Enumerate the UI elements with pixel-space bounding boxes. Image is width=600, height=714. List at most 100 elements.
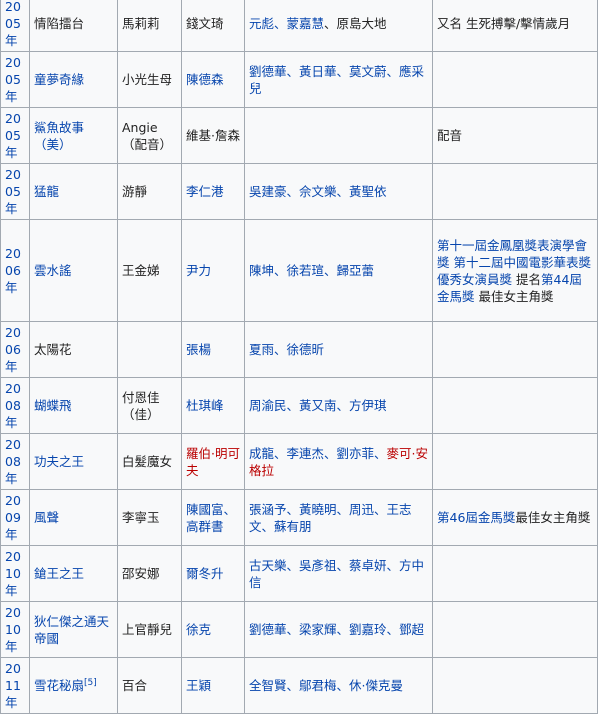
role-cell: Angie（配音） [117, 107, 182, 164]
costar-names[interactable]: 吳建豪、佘文樂、黃聖依 [249, 184, 387, 199]
year-cell: 2011 年 [0, 657, 30, 714]
director-name[interactable]: 杜琪峰 [186, 398, 224, 413]
role-name: 王金娣 [122, 263, 160, 278]
director-cell: 李仁港 [181, 163, 245, 220]
costars-cell: 古天樂、吳彥祖、蔡卓妍、方中信 [244, 545, 433, 602]
year-link[interactable]: 2008 年 [5, 381, 21, 430]
costar-names[interactable]: 劉德華、梁家輝、劉嘉玲、鄧超 [249, 622, 424, 637]
film-title[interactable]: 狄仁傑之通天帝國 [34, 614, 109, 646]
table-row: 2006 年太陽花 張楊 夏雨、徐德昕 [0, 321, 598, 378]
director-name[interactable]: 陳德森 [186, 72, 224, 87]
film-title: 情陷擂台 [34, 16, 85, 31]
film-title: 太陽花 [34, 342, 72, 357]
film-title[interactable]: 雪花秘扇 [34, 678, 84, 693]
director-name[interactable]: 尹力 [186, 263, 211, 278]
costar-names[interactable]: 古天樂、吳彥祖、蔡卓妍、方中信 [249, 558, 424, 590]
year-cell: 2008 年 [0, 377, 30, 434]
year-cell: 2009 年 [0, 489, 30, 546]
director-name[interactable]: 羅伯·明可夫 [186, 446, 240, 478]
title-cell: 猛龍 [29, 163, 118, 220]
year-cell: 2006 年 [0, 321, 30, 378]
table-row: 2010 年鎗王之王 邵安娜 爾冬升 古天樂、吳彥祖、蔡卓妍、方中信 [0, 545, 598, 602]
year-link[interactable]: 2009 年 [5, 493, 21, 542]
note-cell [432, 657, 598, 714]
director-name[interactable]: 徐克 [186, 622, 211, 637]
year-link[interactable]: 2005 年 [5, 0, 21, 48]
role-cell: 白髮魔女 [117, 433, 182, 490]
role-name: 上官靜兒 [122, 622, 173, 637]
year-link[interactable]: 2010 年 [5, 549, 21, 598]
note-cell [432, 601, 598, 658]
director-name[interactable]: 陳國富、高群書 [186, 502, 236, 534]
note-cell: 配音 [432, 107, 598, 164]
year-link[interactable]: 2005 年 [5, 111, 21, 160]
director-cell: 錢文琦 [181, 0, 245, 52]
film-title[interactable]: 猛龍 [34, 184, 59, 199]
costar-names[interactable]: 、 [274, 16, 287, 31]
title-cell: 太陽花 [29, 321, 118, 378]
director-cell: 尹力 [181, 219, 245, 322]
director-name[interactable]: 爾冬升 [186, 566, 224, 581]
role-cell: 邵安娜 [117, 545, 182, 602]
director-name: 維基·詹森 [186, 128, 240, 143]
costar-names[interactable]: 周渝民、黃又南、方伊琪 [249, 398, 387, 413]
year-link[interactable]: 2006 年 [5, 246, 21, 295]
director-name[interactable]: 張楊 [186, 342, 211, 357]
film-title[interactable]: 蝴蝶飛 [34, 398, 72, 413]
year-link[interactable]: 2008 年 [5, 437, 21, 486]
award-note: 最佳女主角獎 [474, 288, 554, 304]
costar-names[interactable]: 陳坤、徐若瑄、歸亞蕾 [249, 263, 374, 278]
year-cell: 2010 年 [0, 601, 30, 658]
director-cell: 羅伯·明可夫 [181, 433, 245, 490]
costar-names[interactable]: 張涵予、黃曉明、周迅、王志文、蘇有朋 [249, 502, 412, 534]
note-cell: 第46屆金馬獎最佳女主角獎 [432, 489, 598, 546]
role-cell: 游靜 [117, 163, 182, 220]
director-cell: 杜琪峰 [181, 377, 245, 434]
title-cell: 功夫之王 [29, 433, 118, 490]
film-title[interactable]: 功夫之王 [34, 454, 84, 469]
table-row: 2005 年鯊魚故事（美） Angie（配音） 維基·詹森 配音 [0, 107, 598, 164]
role-name: 付恩佳（佳） [122, 389, 160, 422]
award-note[interactable]: 第46屆金馬獎 [437, 510, 515, 525]
costar-names[interactable]: 蒙嘉慧 [287, 16, 325, 31]
film-title[interactable]: 雲水謠 [34, 263, 72, 278]
film-title[interactable]: 風聲 [34, 510, 59, 525]
award-note: 提名 [515, 271, 541, 287]
year-link[interactable]: 2005 年 [5, 167, 21, 216]
costar-names[interactable]: 元彪 [249, 16, 274, 31]
costars-cell: 劉德華、黃日華、莫文蔚、應采兒 [244, 51, 433, 108]
year-link[interactable]: 2006 年 [5, 325, 21, 374]
title-cell: 風聲 [29, 489, 118, 546]
year-cell: 2005 年 [0, 0, 30, 52]
director-name[interactable]: 王穎 [186, 678, 211, 693]
year-cell: 2010 年 [0, 545, 30, 602]
costar-names[interactable]: 成龍、李連杰、劉亦菲、 [249, 446, 387, 461]
role-cell: 馬莉莉 [117, 0, 182, 52]
role-name: 百合 [122, 678, 148, 693]
film-title[interactable]: 童夢奇緣 [34, 72, 84, 87]
year-cell: 2006 年 [0, 219, 30, 322]
role-name: 馬莉莉 [122, 16, 160, 31]
note-text: 配音 [437, 128, 463, 143]
film-title[interactable]: 鎗王之王 [34, 566, 84, 581]
costar-names[interactable]: 劉德華、黃日華、莫文蔚、應采兒 [249, 64, 424, 96]
table-row: 2010 年狄仁傑之通天帝國 上官靜兒 徐克 劉德華、梁家輝、劉嘉玲、鄧超 [0, 601, 598, 658]
costars-cell: 劉德華、梁家輝、劉嘉玲、鄧超 [244, 601, 433, 658]
year-link[interactable]: 2011 年 [5, 661, 21, 710]
year-link[interactable]: 2010 年 [5, 605, 21, 654]
director-name[interactable]: 李仁港 [186, 184, 224, 199]
note-cell: 又名 生死搏擊/擊情歲月 [432, 0, 598, 52]
director-cell: 爾冬升 [181, 545, 245, 602]
film-title[interactable]: 鯊魚故事（美） [34, 120, 84, 152]
reference-link[interactable]: [5] [84, 678, 97, 688]
year-link[interactable]: 2005 年 [5, 55, 21, 104]
filmography-table: 2005 年情陷擂台 馬莉莉 錢文琦 元彪、蒙嘉慧、原島大地 又名 生死搏擊/擊情歲月 2… [0, 0, 598, 714]
role-cell: 上官靜兒 [117, 601, 182, 658]
director-cell: 張楊 [181, 321, 245, 378]
director-cell: 陳德森 [181, 51, 245, 108]
costar-names[interactable]: 全智賢、鄔君梅、休·傑克曼 [249, 678, 403, 693]
costars-cell: 元彪、蒙嘉慧、原島大地 [244, 0, 433, 52]
table-row: 2011 年雪花秘扇[5] 百合 王穎 全智賢、鄔君梅、休·傑克曼 [0, 657, 598, 714]
table-row: 2005 年童夢奇緣 小光生母 陳德森 劉德華、黃日華、莫文蔚、應采兒 [0, 51, 598, 108]
costar-names[interactable]: 夏雨、徐德昕 [249, 342, 324, 357]
